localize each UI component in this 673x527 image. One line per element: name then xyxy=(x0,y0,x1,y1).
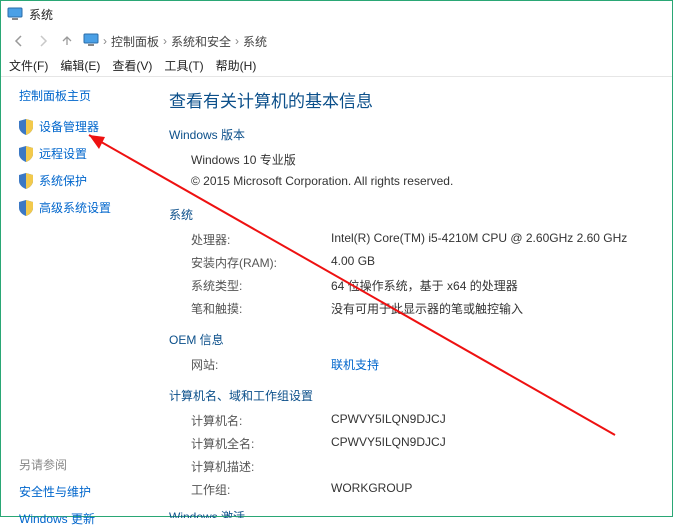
content: 查看有关计算机的基本信息 Windows 版本 Windows 10 专业版 ©… xyxy=(159,77,672,518)
computer-name-label: 计算机名: xyxy=(191,412,331,429)
chevron-right-icon: › xyxy=(163,34,167,48)
row-processor: 处理器: Intel(R) Core(TM) i5-4210M CPU @ 2.… xyxy=(169,231,660,248)
type-label: 系统类型: xyxy=(191,277,331,294)
shield-icon xyxy=(19,146,33,162)
nav-up-icon[interactable] xyxy=(57,31,77,51)
shield-icon xyxy=(19,200,33,216)
processor-label: 处理器: xyxy=(191,231,331,248)
sidebar-item-remote-settings[interactable]: 远程设置 xyxy=(19,145,147,162)
computer-name-value: CPWVY5ILQN9DJCJ xyxy=(331,412,660,429)
menu-tools[interactable]: 工具(T) xyxy=(158,57,209,74)
menu-help[interactable]: 帮助(H) xyxy=(210,57,263,74)
shield-icon xyxy=(19,119,33,135)
pen-label: 笔和触摸: xyxy=(191,300,331,317)
full-name-value: CPWVY5ILQN9DJCJ xyxy=(331,435,660,452)
edition-value: Windows 10 专业版 xyxy=(169,151,660,168)
system-icon xyxy=(83,33,99,50)
row-workgroup: 工作组: WORKGROUP xyxy=(169,481,660,498)
titlebar: 系统 xyxy=(1,1,672,27)
oem-site-link[interactable]: 联机支持 xyxy=(331,356,660,373)
breadcrumb[interactable]: › 控制面板 › 系统和安全 › 系统 xyxy=(83,33,267,50)
workgroup-label: 工作组: xyxy=(191,481,331,498)
sidebar-item-advanced-settings[interactable]: 高级系统设置 xyxy=(19,199,147,216)
menu-edit[interactable]: 编辑(E) xyxy=(54,57,106,74)
row-pen: 笔和触摸: 没有可用于此显示器的笔或触控输入 xyxy=(169,300,660,317)
chevron-right-icon: › xyxy=(235,34,239,48)
description-value xyxy=(331,458,660,475)
sidebar-item-system-protection[interactable]: 系统保护 xyxy=(19,172,147,189)
menu-view[interactable]: 查看(V) xyxy=(106,57,158,74)
sidebar-item-device-manager[interactable]: 设备管理器 xyxy=(19,118,147,135)
row-oem-site: 网站: 联机支持 xyxy=(169,356,660,373)
workgroup-value: WORKGROUP xyxy=(331,481,660,498)
row-computer-name: 计算机名: CPWVY5ILQN9DJCJ xyxy=(169,412,660,429)
description-label: 计算机描述: xyxy=(191,458,331,475)
row-type: 系统类型: 64 位操作系统，基于 x64 的处理器 xyxy=(169,277,660,294)
nav-back-icon[interactable] xyxy=(9,31,29,51)
window-title: 系统 xyxy=(29,6,53,23)
breadcrumb-mid[interactable]: 系统和安全 xyxy=(171,33,231,50)
system-icon xyxy=(7,6,23,22)
menubar: 文件(F) 编辑(E) 查看(V) 工具(T) 帮助(H) xyxy=(1,55,672,77)
row-description: 计算机描述: xyxy=(169,458,660,475)
sidebar-item-label: 高级系统设置 xyxy=(39,199,111,216)
full-name-label: 计算机全名: xyxy=(191,435,331,452)
type-value: 64 位操作系统，基于 x64 的处理器 xyxy=(331,277,660,294)
oem-site-label: 网站: xyxy=(191,356,331,373)
row-full-name: 计算机全名: CPWVY5ILQN9DJCJ xyxy=(169,435,660,452)
see-also-update[interactable]: Windows 更新 xyxy=(19,510,147,527)
processor-value: Intel(R) Core(TM) i5-4210M CPU @ 2.60GHz… xyxy=(331,231,660,248)
breadcrumb-leaf[interactable]: 系统 xyxy=(243,33,267,50)
breadcrumb-root[interactable]: 控制面板 xyxy=(111,33,159,50)
section-domain: 计算机名、域和工作组设置 xyxy=(169,387,660,404)
section-edition: Windows 版本 xyxy=(169,126,660,143)
menu-file[interactable]: 文件(F) xyxy=(3,57,54,74)
sidebar: 控制面板主页 设备管理器 远程设置 系统保护 高级系统设置 另请参阅 安全性与维… xyxy=(1,77,159,518)
row-ram: 安装内存(RAM): 4.00 GB xyxy=(169,254,660,271)
shield-icon xyxy=(19,173,33,189)
copyright: © 2015 Microsoft Corporation. All rights… xyxy=(169,174,660,188)
sidebar-item-label: 设备管理器 xyxy=(39,118,99,135)
main: 控制面板主页 设备管理器 远程设置 系统保护 高级系统设置 另请参阅 安全性与维… xyxy=(1,77,672,518)
see-also-header: 另请参阅 xyxy=(19,456,147,473)
ram-label: 安装内存(RAM): xyxy=(191,254,331,271)
sidebar-item-label: 远程设置 xyxy=(39,145,87,162)
page-title: 查看有关计算机的基本信息 xyxy=(169,87,660,112)
see-also-security[interactable]: 安全性与维护 xyxy=(19,483,147,500)
nav-forward-icon[interactable] xyxy=(33,31,53,51)
ram-value: 4.00 GB xyxy=(331,254,660,271)
chevron-right-icon: › xyxy=(103,34,107,48)
section-oem: OEM 信息 xyxy=(169,331,660,348)
sidebar-item-label: 系统保护 xyxy=(39,172,87,189)
pen-value: 没有可用于此显示器的笔或触控输入 xyxy=(331,300,660,317)
control-panel-home-link[interactable]: 控制面板主页 xyxy=(19,87,147,104)
navbar: › 控制面板 › 系统和安全 › 系统 xyxy=(1,27,672,55)
section-system: 系统 xyxy=(169,206,660,223)
